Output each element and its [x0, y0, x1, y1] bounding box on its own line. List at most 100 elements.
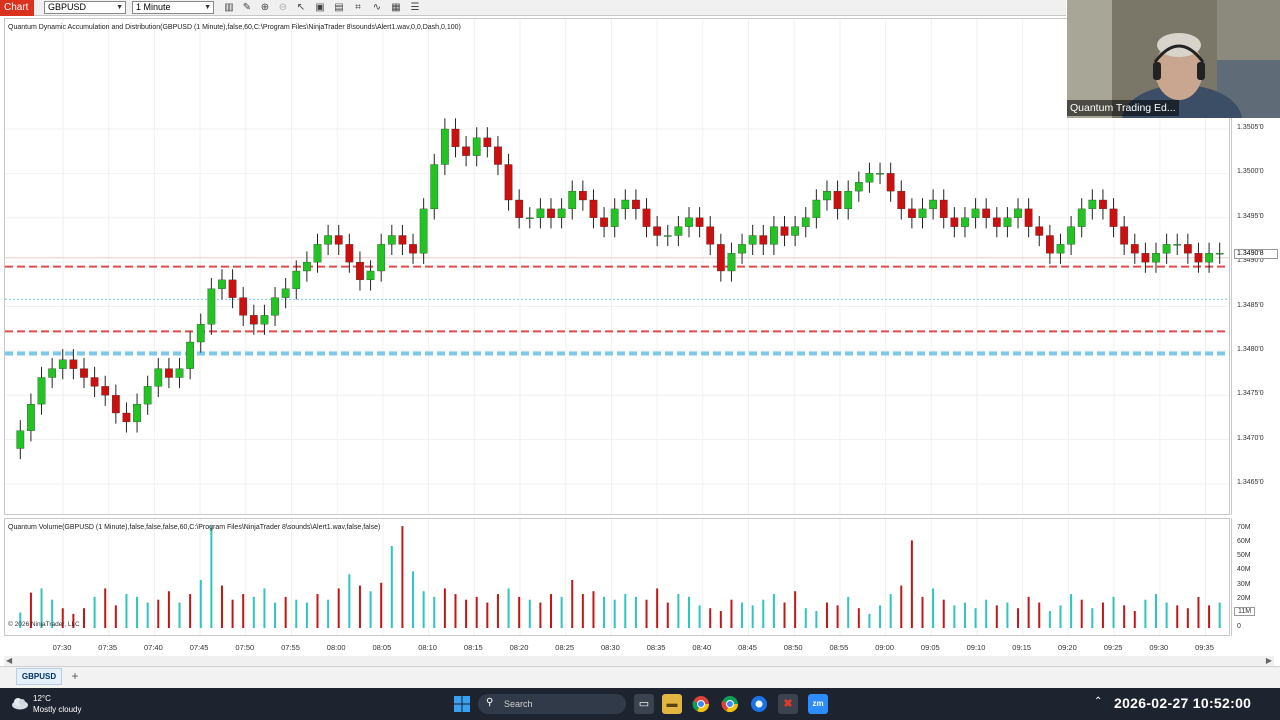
chart-scrollbar[interactable]: ◀ ▶ [4, 656, 1274, 666]
candle-body [218, 279, 226, 289]
price-axis-tick: 1.3475'0 [1237, 390, 1264, 398]
candle-body [939, 199, 948, 218]
candle-body [1056, 244, 1065, 254]
candle-body [621, 199, 630, 210]
snapshot-icon[interactable]: ▣ [313, 1, 327, 14]
taskbar-search[interactable]: ⚲ Search [478, 694, 626, 714]
candle-body [1088, 199, 1097, 210]
data-box-icon[interactable]: ▤ [332, 1, 346, 14]
presenter-name: Quantum Trading Ed... [1067, 100, 1179, 116]
price-pane[interactable]: Quantum Dynamic Accumulation and Distrib… [4, 18, 1230, 515]
strategies-icon[interactable]: ∿ [370, 1, 384, 14]
file-explorer-icon[interactable]: ▬ [662, 694, 682, 714]
time-axis-tick: 09:25 [1103, 643, 1123, 652]
candle-body [292, 270, 301, 289]
candle-body [844, 190, 853, 210]
scroll-left-icon[interactable]: ◀ [6, 656, 12, 665]
weather-widget[interactable]: 12°C Mostly cloudy [33, 693, 81, 715]
webcam-video: Quantum Trading Ed... [1067, 0, 1280, 118]
candle-body [727, 253, 736, 272]
candle-body [557, 208, 566, 218]
interval-selector[interactable]: 1 Minute ▼ [132, 1, 214, 14]
pointer-icon[interactable]: ↖ [294, 1, 308, 14]
add-tab-button[interactable]: + [68, 668, 82, 685]
chrome-profile-icon[interactable] [720, 694, 740, 714]
time-axis-tick: 09:35 [1195, 643, 1214, 652]
candle-body [1120, 226, 1129, 245]
chrome-icon[interactable] [691, 694, 711, 714]
bar-type-icon[interactable]: ▥ [222, 1, 236, 14]
browser-icon[interactable] [749, 694, 769, 714]
properties-icon[interactable]: ▦ [389, 1, 403, 14]
time-axis-tick: 07:40 [144, 643, 163, 652]
task-view-icon[interactable]: ▭ [634, 694, 654, 714]
candle-body [122, 412, 131, 423]
draw-tool-icon[interactable]: ✎ [240, 1, 254, 14]
chevron-down-icon: ▼ [204, 4, 211, 11]
instrument-selector[interactable]: GBPUSD ▼ [44, 1, 126, 14]
candle-body [398, 235, 407, 245]
templates-icon[interactable]: ☰ [408, 1, 422, 14]
candle-body [37, 377, 46, 405]
time-axis-tick: 07:45 [189, 643, 209, 652]
candle-body [1003, 217, 1012, 227]
candle-body [525, 217, 534, 219]
candle-body [908, 208, 916, 218]
candle-body [547, 208, 555, 218]
candle-body [674, 226, 683, 236]
candle-body [1183, 244, 1192, 254]
candle-body [356, 261, 364, 281]
chevron-down-icon: ▼ [116, 4, 123, 11]
chevron-up-icon[interactable]: ⌃ [1094, 696, 1102, 707]
time-axis-tick: 08:35 [646, 643, 666, 652]
candle-body [1152, 253, 1160, 263]
price-axis[interactable]: 1.3505'0 1.3500'0 1.3495'0 1.3490'0 1.3485'0… [1231, 118, 1280, 515]
volume-axis[interactable]: 70M 60M 50M 40M 30M 20M 11M 0 [1231, 518, 1280, 636]
candle-body [494, 146, 502, 165]
indicators-icon[interactable]: ⌗ [351, 1, 365, 14]
candle-body [1046, 235, 1054, 254]
candle-body [600, 217, 608, 227]
candle-body [536, 208, 545, 218]
candle-body [589, 199, 598, 218]
candle-body [133, 403, 141, 423]
candle-body [748, 235, 757, 245]
time-axis-tick: 08:05 [372, 643, 392, 652]
candle-body [1014, 208, 1022, 218]
candle-body [58, 359, 67, 369]
candle-body [833, 190, 842, 210]
candle-body [451, 128, 460, 147]
candle-body [568, 190, 577, 210]
ninjatrader-icon[interactable]: ✖ [778, 694, 798, 714]
zoom-in-icon[interactable]: ⊕ [258, 1, 272, 14]
chart-tab[interactable]: Chart [0, 0, 34, 16]
candle-body [801, 217, 810, 227]
instrument-tab-gbpusd[interactable]: GBPUSD [16, 668, 62, 685]
volume-axis-tick: 30M [1237, 580, 1251, 588]
candle-body [111, 395, 120, 414]
candle-body [982, 208, 991, 218]
volume-indicator-label: Quantum Volume(GBPUSD (1 Minute),false,f… [8, 524, 381, 531]
candle-body [345, 244, 354, 263]
candle-body [759, 235, 768, 245]
candle-body [1194, 253, 1203, 263]
zoom-out-icon[interactable]: ⊖ [276, 1, 290, 14]
candle-body [610, 208, 619, 227]
price-indicator-label: Quantum Dynamic Accumulation and Distrib… [8, 24, 461, 31]
zoom-icon[interactable]: zm [808, 694, 828, 714]
volume-axis-tick: 50M [1237, 552, 1251, 560]
windows-start-icon[interactable] [452, 694, 472, 714]
time-axis-tick: 08:45 [738, 643, 757, 652]
volume-pane[interactable]: Quantum Volume(GBPUSD (1 Minute),false,f… [4, 518, 1230, 636]
instrument-tab-bar: GBPUSD + [0, 666, 1280, 688]
time-axis[interactable]: 07:30 07:35 07:40 07:45 07:50 07:55 08:00 08:05… [4, 638, 1230, 656]
taskbar-clock[interactable]: 2026-02-27 10:52:00 [1114, 695, 1251, 711]
candle-body [1215, 253, 1224, 255]
candle-body [1109, 208, 1118, 227]
time-axis-tick: 07:30 [52, 643, 72, 652]
candle-body [685, 217, 693, 227]
search-icon: ⚲ [486, 697, 494, 708]
candle-body [865, 173, 874, 183]
scroll-right-icon[interactable]: ▶ [1266, 656, 1272, 665]
time-axis-tick: 07:55 [281, 643, 300, 652]
